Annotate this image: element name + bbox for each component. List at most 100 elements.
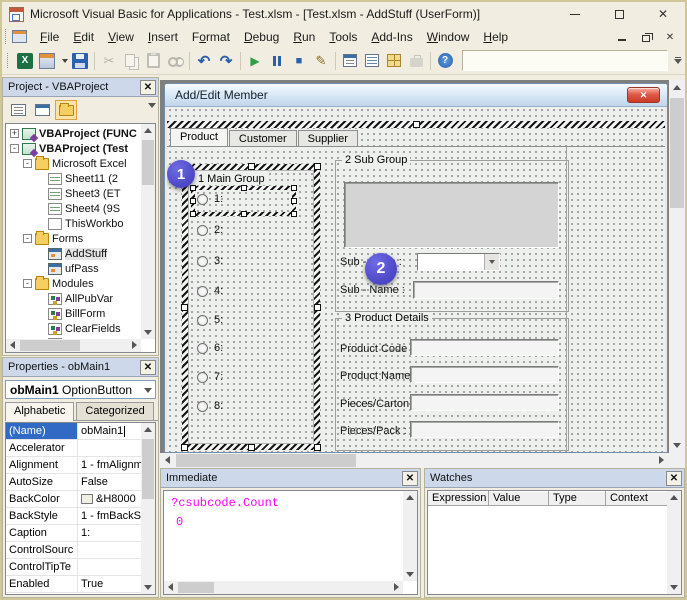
tree-item-addstuff[interactable]: AddStuff — [8, 246, 155, 261]
selection-handle[interactable] — [413, 121, 420, 128]
mdi-close-button[interactable]: ✕ — [663, 30, 677, 43]
mdi-restore-button[interactable] — [639, 30, 653, 43]
expander-minus-icon[interactable]: - — [23, 159, 32, 168]
option-button-3[interactable]: 3: — [197, 254, 223, 268]
menu-view[interactable]: View — [101, 28, 141, 46]
immediate-hscrollbar[interactable] — [164, 581, 403, 594]
tree-item-thisworkbo[interactable]: ThisWorkbo — [8, 216, 155, 231]
selection-handle[interactable] — [181, 304, 188, 311]
tree-item-clearfields[interactable]: ClearFields — [8, 321, 155, 336]
designer-hscrollbar[interactable] — [160, 453, 669, 468]
reset-icon[interactable]: ■ — [288, 50, 310, 72]
properties-window-icon[interactable] — [361, 50, 383, 72]
product-code-textbox[interactable] — [410, 339, 559, 356]
selection-handle[interactable] — [314, 163, 321, 170]
selection-handle[interactable] — [248, 444, 255, 451]
property-row-autosize[interactable]: AutoSizeFalse — [6, 474, 141, 491]
menu-tools[interactable]: Tools — [322, 28, 364, 46]
option-button-1[interactable]: 1: — [197, 192, 223, 206]
project-close-button[interactable]: ✕ — [140, 80, 156, 95]
watches-column-context[interactable]: Context — [606, 491, 669, 505]
sub-code-dropdown-icon[interactable] — [484, 254, 499, 270]
property-row-enabled[interactable]: EnabledTrue — [6, 576, 141, 593]
child-window-icon[interactable] — [12, 30, 27, 43]
undo-icon[interactable]: ↶ — [193, 50, 215, 72]
product-name-textbox[interactable] — [410, 366, 559, 383]
property-value[interactable]: True — [78, 576, 141, 592]
product-details-frame[interactable]: 3 Product Details Product Code :Product … — [335, 318, 569, 451]
project-tree-vscrollbar[interactable] — [141, 124, 155, 339]
expander-minus-icon[interactable]: - — [23, 234, 32, 243]
tree-item-sheet4-9s[interactable]: Sheet4 (9S — [8, 201, 155, 216]
selection-handle[interactable] — [241, 211, 247, 217]
pieces-pack-textbox[interactable] — [410, 421, 559, 438]
main-group-frame-body[interactable]: 1 Main Group 1:2:3:4:5:6:7: — [188, 170, 314, 444]
tree-item-forms[interactable]: -Forms — [8, 231, 155, 246]
selection-handle[interactable] — [291, 211, 297, 217]
properties-close-button[interactable]: ✕ — [140, 360, 156, 375]
project-toolbar-options-icon[interactable] — [148, 103, 156, 108]
userform-design-surface[interactable]: ProductCustomerSupplier 1 Main Group — [167, 107, 665, 452]
userform-close-button[interactable]: ✕ — [627, 87, 660, 103]
tree-item-microsoft-excel[interactable]: -Microsoft Excel — [8, 156, 155, 171]
find-icon[interactable] — [164, 50, 186, 72]
view-code-button[interactable] — [7, 100, 29, 120]
tree-item-sheet11-2[interactable]: Sheet11 (2 — [8, 171, 155, 186]
property-value[interactable] — [78, 542, 141, 558]
properties-vscrollbar[interactable] — [141, 423, 155, 594]
menu-debug[interactable]: Debug — [237, 28, 286, 46]
immediate-content[interactable]: ?csubcode.Count 0 — [163, 490, 418, 595]
property-row-accelerator[interactable]: Accelerator — [6, 440, 141, 457]
close-button[interactable]: ✕ — [641, 2, 685, 26]
selection-handle[interactable] — [241, 185, 247, 191]
option-button-7[interactable]: 7: — [197, 370, 223, 384]
immediate-close-button[interactable]: ✕ — [402, 471, 418, 486]
selection-handle[interactable] — [291, 198, 297, 204]
option-button-5[interactable]: 5: — [197, 313, 223, 327]
break-icon[interactable] — [266, 50, 288, 72]
menu-insert[interactable]: Insert — [141, 28, 185, 46]
view-object-button[interactable] — [31, 100, 53, 120]
form-tab-supplier[interactable]: Supplier — [298, 130, 358, 146]
property-row-backcolor[interactable]: BackColor&H8000 — [6, 491, 141, 508]
help-icon[interactable]: ? — [434, 50, 456, 72]
project-explorer-icon[interactable] — [339, 50, 361, 72]
property-row-caption[interactable]: Caption1: — [6, 525, 141, 542]
tab-categorized[interactable]: Categorized — [76, 402, 153, 420]
menu-file[interactable]: File — [33, 28, 66, 46]
expander-plus-icon[interactable]: + — [10, 129, 19, 138]
excel-icon[interactable]: X — [14, 50, 36, 72]
property-value[interactable]: 1 - fmBackS — [78, 508, 141, 524]
property-value[interactable] — [78, 559, 141, 575]
copy-icon[interactable] — [120, 50, 142, 72]
menu-help[interactable]: Help — [476, 28, 515, 46]
tree-item-ufpass[interactable]: ufPass — [8, 261, 155, 276]
main-group-frame[interactable]: 1 Main Group 1:2:3:4:5:6:7: — [182, 164, 320, 450]
watches-close-button[interactable]: ✕ — [666, 471, 682, 486]
tree-item-vbaproject-test[interactable]: -VBAProject (Test — [8, 141, 155, 156]
redo-icon[interactable]: ↷ — [215, 50, 237, 72]
sub-group-listbox[interactable] — [344, 182, 559, 248]
toolbox-icon[interactable] — [405, 50, 427, 72]
designer-vscrollbar[interactable] — [669, 80, 685, 453]
option-button-4[interactable]: 4: — [197, 284, 223, 298]
property-value[interactable]: 1 - fmAlignm — [78, 457, 141, 473]
menu-window[interactable]: Window — [420, 28, 477, 46]
toggle-folders-button[interactable] — [55, 100, 77, 120]
toolbar-options-button[interactable] — [672, 50, 683, 72]
run-icon[interactable]: ▶ — [244, 50, 266, 72]
project-tree-hscrollbar[interactable] — [6, 339, 141, 352]
expander-minus-icon[interactable]: - — [10, 144, 19, 153]
paste-icon[interactable] — [142, 50, 164, 72]
sub-name-textbox[interactable] — [413, 281, 559, 299]
insert-object-dropdown[interactable] — [58, 50, 69, 72]
selection-handle[interactable] — [291, 185, 297, 191]
object-selector-combo[interactable]: obMain1 OptionButton — [5, 380, 156, 399]
tree-item-vbaproject-func[interactable]: +VBAProject (FUNC — [8, 126, 155, 141]
sub-code-combobox[interactable] — [417, 253, 500, 271]
selection-handle[interactable] — [248, 163, 255, 170]
watches-column-expression[interactable]: Expression — [428, 491, 489, 505]
property-value[interactable] — [78, 440, 141, 456]
design-mode-icon[interactable]: ✎ — [310, 50, 332, 72]
form-tab-product[interactable]: Product — [170, 128, 228, 146]
